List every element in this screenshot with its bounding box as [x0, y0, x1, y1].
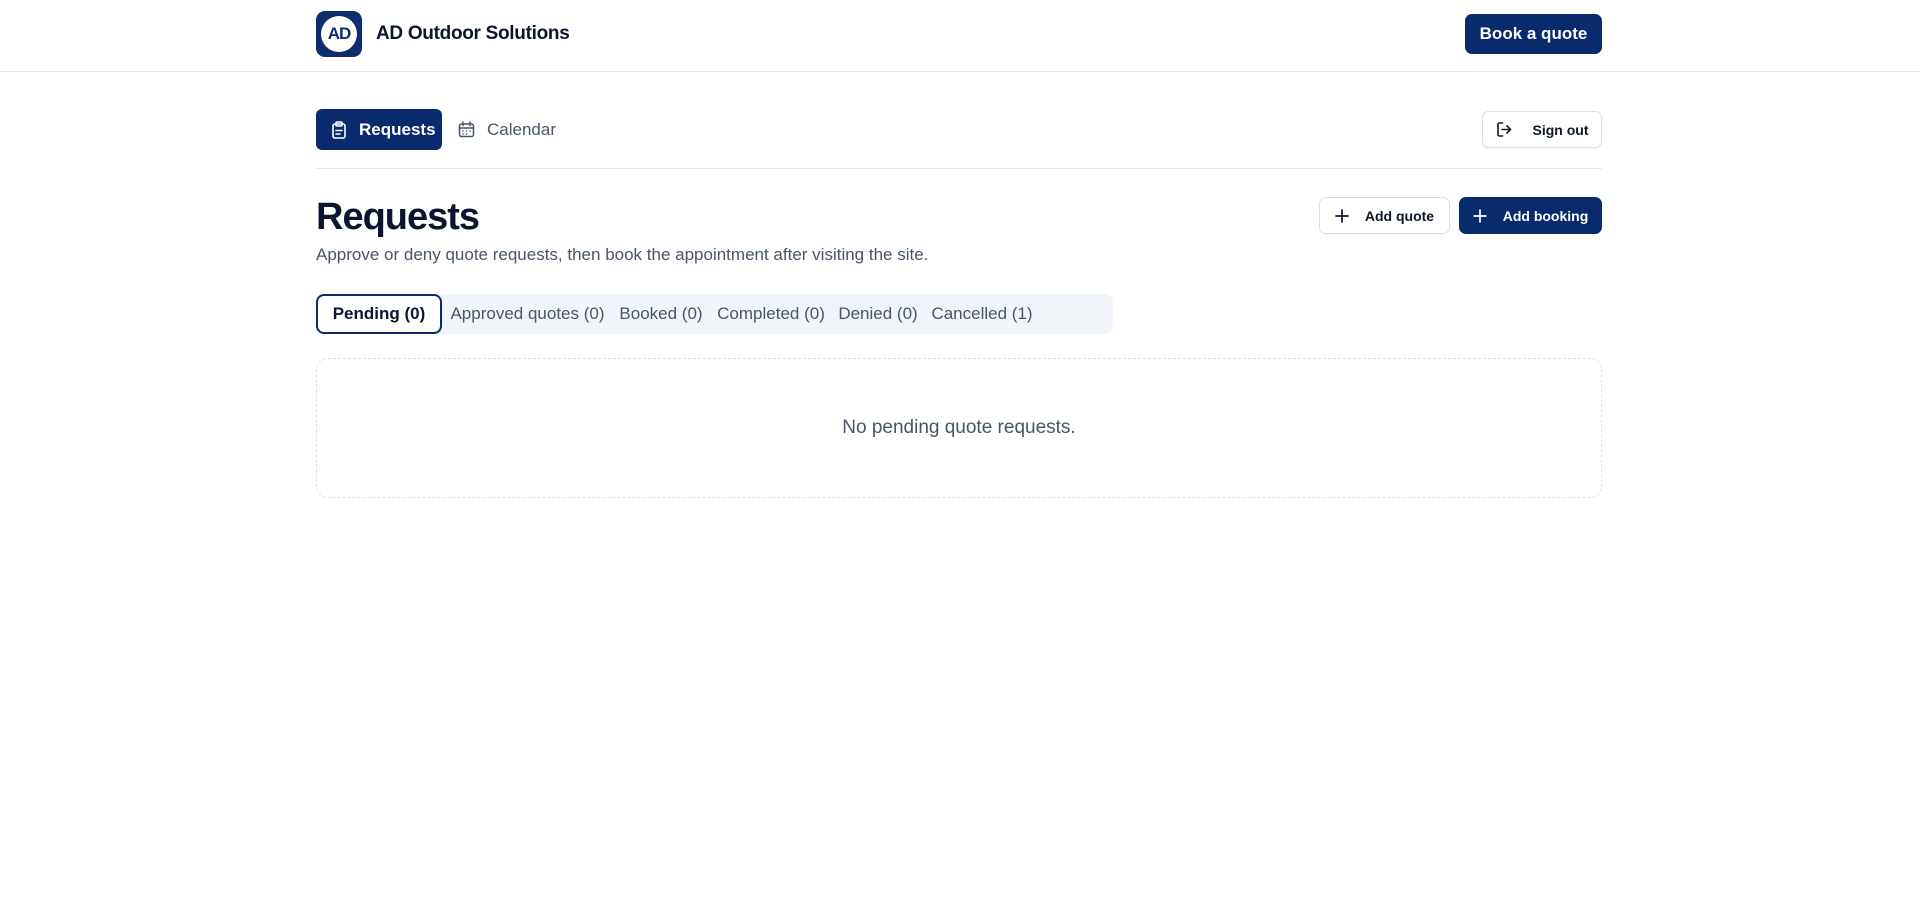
- status-tabs: Pending (0) Approved quotes (0) Booked (…: [316, 294, 1113, 334]
- brand-logo: AD: [316, 11, 362, 57]
- tab-cancelled[interactable]: Cancelled (1): [926, 294, 1038, 334]
- clipboard-icon: [332, 120, 346, 139]
- empty-state-message: No pending quote requests.: [842, 417, 1076, 438]
- page-title: Requests: [316, 196, 480, 238]
- add-quote-button[interactable]: Add quote: [1319, 197, 1450, 234]
- nav-divider: [316, 168, 1602, 169]
- plus-icon: [1335, 208, 1349, 223]
- page-subtitle: Approve or deny quote requests, then boo…: [316, 245, 929, 264]
- tab-requests-label: Requests: [359, 119, 436, 139]
- sign-out-button[interactable]: Sign out: [1482, 111, 1602, 148]
- brand-name: AD Outdoor Solutions: [376, 23, 570, 44]
- tab-approved-quotes[interactable]: Approved quotes (0): [445, 294, 610, 334]
- tab-requests[interactable]: Requests: [316, 109, 442, 150]
- add-quote-label: Add quote: [1364, 207, 1435, 224]
- empty-state: No pending quote requests.: [316, 358, 1602, 498]
- brand[interactable]: AD AD Outdoor Solutions: [316, 11, 570, 57]
- sign-out-label: Sign out: [1532, 121, 1589, 138]
- tab-completed[interactable]: Completed (0): [712, 294, 830, 334]
- sign-out-icon: [1496, 122, 1511, 137]
- main-nav: Requests Calendar Sign out: [316, 109, 1602, 151]
- tab-booked[interactable]: Booked (0): [613, 294, 709, 334]
- book-quote-button[interactable]: Book a quote: [1465, 14, 1602, 54]
- tab-calendar-label: Calendar: [487, 119, 556, 139]
- calendar-icon: [458, 121, 475, 138]
- add-booking-label: Add booking: [1502, 207, 1589, 224]
- brand-logo-text: AD: [321, 16, 357, 52]
- plus-icon: [1472, 208, 1487, 223]
- top-bar: AD AD Outdoor Solutions Book a quote: [0, 0, 1920, 72]
- add-booking-button[interactable]: Add booking: [1459, 197, 1602, 234]
- tab-calendar[interactable]: Calendar: [458, 109, 568, 150]
- tab-pending[interactable]: Pending (0): [316, 294, 442, 334]
- tab-denied[interactable]: Denied (0): [833, 294, 923, 334]
